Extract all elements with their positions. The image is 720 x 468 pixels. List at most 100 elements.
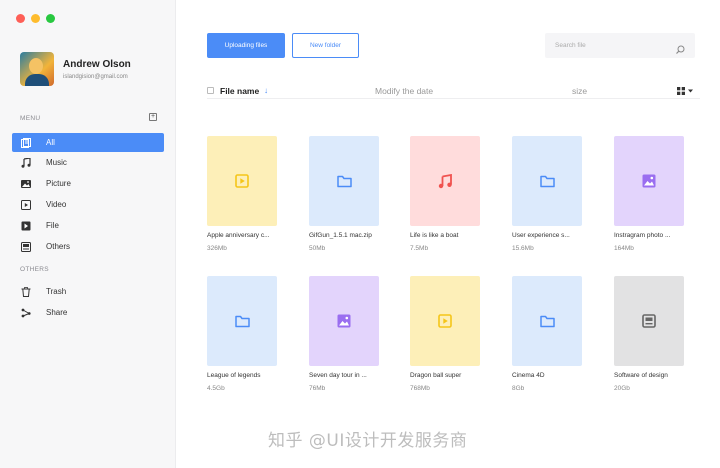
close-window-button[interactable] xyxy=(16,14,25,23)
folder-icon xyxy=(539,175,555,188)
upload-files-button[interactable]: Uploading files xyxy=(207,33,285,58)
sidebar-item-label: File xyxy=(46,221,59,230)
sidebar-item-label: Trash xyxy=(46,287,67,296)
file-list-header: File name ↓ Modify the date size xyxy=(207,84,700,99)
others-icon xyxy=(20,241,32,252)
column-header-file-name[interactable]: File name xyxy=(220,86,259,96)
add-menu-icon[interactable]: + xyxy=(149,113,157,121)
sidebar-item-music[interactable]: Music xyxy=(12,153,164,172)
music-icon xyxy=(438,173,453,189)
search-input[interactable] xyxy=(555,42,665,49)
file-card[interactable]: Dragon ball super 768Mb xyxy=(410,276,505,392)
file-card[interactable]: Software of design 20Gb xyxy=(614,276,709,392)
file-manager-window: Andrew Olson islandgision@gmail.com MENU… xyxy=(0,0,720,468)
sidebar-item-all[interactable]: All xyxy=(12,133,164,152)
file-name: Software of design xyxy=(614,372,668,379)
file-icon xyxy=(20,221,32,231)
file-size: 15.6Mb xyxy=(512,245,534,252)
file-card[interactable]: Apple anniversary c... 326Mb xyxy=(207,136,302,252)
user-profile[interactable]: Andrew Olson islandgision@gmail.com xyxy=(20,52,131,86)
file-thumbnail xyxy=(614,276,684,366)
archive-icon xyxy=(642,314,656,328)
video-icon xyxy=(20,199,32,210)
trash-icon xyxy=(20,286,32,297)
grid-view-icon xyxy=(677,87,685,95)
file-size: 76Mb xyxy=(309,385,326,392)
sidebar-item-label: All xyxy=(46,138,55,147)
sidebar-item-picture[interactable]: Picture xyxy=(12,174,164,193)
file-thumbnail xyxy=(614,136,684,226)
sidebar-item-trash[interactable]: Trash xyxy=(12,282,164,301)
all-files-icon xyxy=(20,137,32,148)
sort-arrow-icon[interactable]: ↓ xyxy=(264,86,268,95)
file-name: GifGun_1.5.1 mac.zip xyxy=(309,232,372,239)
file-card[interactable]: Life is like a boat 7.5Mb xyxy=(410,136,505,252)
file-name: Instragram photo ... xyxy=(614,232,671,239)
file-size: 164Mb xyxy=(614,245,634,252)
file-thumbnail xyxy=(309,276,379,366)
file-name: User experience s... xyxy=(512,232,570,239)
grid-view-toggle[interactable] xyxy=(677,87,693,95)
video-icon xyxy=(235,174,249,188)
file-thumbnail xyxy=(309,136,379,226)
file-size: 4.5Gb xyxy=(207,385,225,392)
minimize-window-button[interactable] xyxy=(31,14,40,23)
file-thumbnail xyxy=(410,136,480,226)
file-name: Cinema 4D xyxy=(512,372,545,379)
file-size: 50Mb xyxy=(309,245,326,252)
file-card[interactable]: League of legends 4.5Gb xyxy=(207,276,302,392)
window-controls xyxy=(16,14,55,23)
video-icon xyxy=(438,314,452,328)
column-header-date[interactable]: Modify the date xyxy=(375,86,433,96)
file-card[interactable]: User experience s... 15.6Mb xyxy=(512,136,607,252)
file-size: 326Mb xyxy=(207,245,227,252)
sidebar-item-others[interactable]: Others xyxy=(12,237,164,256)
file-size: 7.5Mb xyxy=(410,245,429,252)
column-header-size[interactable]: size xyxy=(572,86,587,96)
sidebar-item-video[interactable]: Video xyxy=(12,195,164,214)
file-name: League of legends xyxy=(207,372,261,379)
picture-icon xyxy=(20,179,32,189)
file-card[interactable]: Cinema 4D 8Gb xyxy=(512,276,607,392)
menu-section-label: MENU xyxy=(20,115,41,122)
user-name: Andrew Olson xyxy=(63,58,131,70)
select-all-checkbox[interactable] xyxy=(207,87,214,94)
music-icon xyxy=(20,157,32,168)
file-thumbnail xyxy=(207,276,277,366)
file-size: 8Gb xyxy=(512,385,525,392)
file-thumbnail xyxy=(207,136,277,226)
file-card[interactable]: GifGun_1.5.1 mac.zip 50Mb xyxy=(309,136,404,252)
sidebar: Andrew Olson islandgision@gmail.com MENU… xyxy=(0,0,176,468)
file-thumbnail xyxy=(512,136,582,226)
file-thumbnail xyxy=(512,276,582,366)
file-size: 768Mb xyxy=(410,385,430,392)
sidebar-item-label: Picture xyxy=(46,179,71,188)
sidebar-item-label: Music xyxy=(46,158,67,167)
file-thumbnail xyxy=(410,276,480,366)
maximize-window-button[interactable] xyxy=(46,14,55,23)
file-size: 20Gb xyxy=(614,385,630,392)
search-box xyxy=(545,33,695,58)
avatar xyxy=(20,52,54,86)
folder-icon xyxy=(234,315,250,328)
picture-icon xyxy=(642,174,656,188)
sidebar-item-share[interactable]: Share xyxy=(12,303,164,322)
chevron-down-icon xyxy=(688,89,693,93)
file-name: Apple anniversary c... xyxy=(207,232,270,239)
folder-icon xyxy=(539,315,555,328)
sidebar-item-file[interactable]: File xyxy=(12,216,164,235)
share-icon xyxy=(20,308,32,318)
search-icon[interactable] xyxy=(676,41,685,59)
file-card[interactable]: Instragram photo ... 164Mb xyxy=(614,136,709,252)
new-folder-button[interactable]: New folder xyxy=(292,33,359,58)
sidebar-item-label: Share xyxy=(46,308,68,317)
main-content: Uploading files New folder File name ↓ M… xyxy=(176,0,720,468)
file-name: Dragon ball super xyxy=(410,372,462,379)
file-card[interactable]: Seven day tour in ... 76Mb xyxy=(309,276,404,392)
file-name: Seven day tour in ... xyxy=(309,372,367,379)
file-name: Life is like a boat xyxy=(410,232,459,239)
picture-icon xyxy=(337,314,351,328)
sidebar-item-label: Others xyxy=(46,242,71,251)
user-email: islandgision@gmail.com xyxy=(63,73,128,80)
sidebar-item-label: Video xyxy=(46,200,67,209)
